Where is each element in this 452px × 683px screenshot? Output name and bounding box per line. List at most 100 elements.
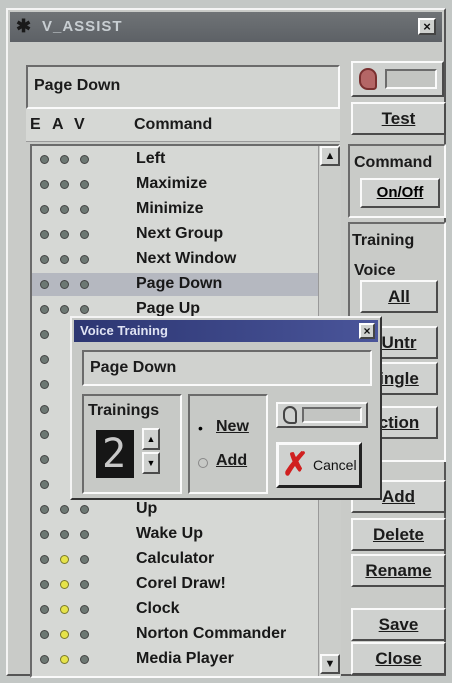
enabled-status-icon: [40, 255, 49, 264]
list-item[interactable]: Media Player: [32, 648, 318, 671]
mic-level-meter: [351, 61, 444, 97]
voice-group-label: Voice: [354, 262, 396, 279]
voice-status-icon: [80, 555, 89, 564]
enabled-status-icon: [40, 280, 49, 289]
add-radio[interactable]: [198, 458, 208, 468]
list-item[interactable]: Calculator: [32, 548, 318, 571]
list-item[interactable]: Norton Commander: [32, 623, 318, 646]
enabled-status-icon: [40, 305, 49, 314]
command-name: Clock: [136, 600, 180, 617]
cancel-label: Cancel: [313, 457, 357, 473]
app-icon: ✱: [16, 16, 32, 36]
selected-command-panel: Page Down: [26, 65, 340, 109]
list-item[interactable]: Left: [32, 148, 318, 171]
command-group: Command On/Off: [348, 144, 446, 218]
active-status-icon: [60, 530, 69, 539]
v-assist-window: ✱ V_ASSIST × Page Down E A V Command Tes…: [6, 8, 446, 678]
cancel-x-icon: ✗: [282, 446, 309, 482]
enabled-status-icon: [40, 605, 49, 614]
window-title: V_ASSIST: [42, 18, 123, 35]
enabled-status-icon: [40, 530, 49, 539]
dialog-title: Voice Training: [80, 323, 168, 338]
dialog-command-label: Page Down: [90, 359, 177, 376]
enabled-status-icon: [40, 505, 49, 514]
new-radio[interactable]: •: [198, 420, 203, 436]
command-name: Page Down: [136, 275, 223, 292]
scroll-up-icon[interactable]: ▲: [320, 146, 340, 166]
delete-button[interactable]: Delete: [351, 518, 446, 551]
list-header: E A V Command: [26, 109, 340, 142]
list-item[interactable]: Next Group: [32, 223, 318, 246]
command-name: Left: [136, 150, 166, 167]
header-v: V: [74, 116, 85, 133]
voice-status-icon: [80, 505, 89, 514]
voice-status-icon: [80, 255, 89, 264]
trainings-label: Trainings: [88, 402, 160, 419]
list-item[interactable]: Up: [32, 498, 318, 521]
training-count: 2: [102, 431, 127, 477]
all-button[interactable]: All: [360, 280, 438, 313]
enabled-status-icon: [40, 380, 49, 389]
active-status-icon: [60, 580, 69, 589]
voice-status-icon: [80, 580, 89, 589]
dialog-title-bar[interactable]: Voice Training ×: [74, 320, 378, 342]
list-item[interactable]: Page Down: [32, 273, 318, 296]
title-bar[interactable]: ✱ V_ASSIST ×: [10, 12, 442, 42]
voice-status-icon: [80, 230, 89, 239]
header-e: E: [30, 116, 41, 133]
count-up-icon[interactable]: ▲: [142, 428, 160, 450]
active-status-icon: [60, 505, 69, 514]
training-group-label: Training: [352, 232, 415, 249]
list-item[interactable]: Next Window: [32, 248, 318, 271]
command-name: Corel Draw!: [136, 575, 226, 592]
cancel-button[interactable]: ✗ Cancel: [276, 442, 362, 488]
enabled-status-icon: [40, 230, 49, 239]
enabled-status-icon: [40, 555, 49, 564]
dialog-command-panel: Page Down: [82, 350, 372, 386]
test-button[interactable]: Test: [351, 102, 446, 135]
rename-button[interactable]: Rename: [351, 554, 446, 587]
active-status-icon: [60, 655, 69, 664]
dialog-close-icon[interactable]: ×: [359, 323, 375, 339]
active-status-icon: [60, 630, 69, 639]
new-label[interactable]: New: [216, 418, 249, 436]
voice-status-icon: [80, 180, 89, 189]
voice-status-icon: [80, 305, 89, 314]
enabled-status-icon: [40, 330, 49, 339]
voice-training-dialog: Voice Training × Page Down Trainings 2 ▲…: [70, 316, 382, 500]
voice-status-icon: [80, 605, 89, 614]
list-item[interactable]: Clock: [32, 598, 318, 621]
voice-status-icon: [80, 630, 89, 639]
on-off-button[interactable]: On/Off: [360, 178, 440, 208]
level-bar: [385, 69, 437, 89]
close-button[interactable]: Close: [351, 642, 446, 675]
list-item[interactable]: Maximize: [32, 173, 318, 196]
count-down-icon[interactable]: ▼: [142, 452, 160, 474]
header-command: Command: [134, 116, 213, 133]
selected-command-label: Page Down: [34, 77, 121, 94]
save-button[interactable]: Save: [351, 608, 446, 641]
active-status-icon: [60, 280, 69, 289]
active-status-icon: [60, 255, 69, 264]
command-name: Wake Up: [136, 525, 203, 542]
command-group-label: Command: [354, 154, 433, 171]
voice-status-icon: [80, 155, 89, 164]
enabled-status-icon: [40, 430, 49, 439]
enabled-status-icon: [40, 655, 49, 664]
active-status-icon: [60, 180, 69, 189]
voice-status-icon: [80, 655, 89, 664]
scroll-down-icon[interactable]: ▼: [320, 654, 340, 674]
enabled-status-icon: [40, 155, 49, 164]
command-name: Next Group: [136, 225, 224, 242]
list-item[interactable]: Minimize: [32, 198, 318, 221]
close-icon[interactable]: ×: [418, 18, 436, 35]
enabled-status-icon: [40, 355, 49, 364]
trainings-panel: Trainings 2 ▲ ▼: [82, 394, 182, 494]
list-item[interactable]: Wake Up: [32, 523, 318, 546]
dialog-ear-icon: [283, 406, 297, 424]
add-label[interactable]: Add: [216, 452, 247, 470]
mode-group: • New Add: [188, 394, 268, 494]
list-item[interactable]: Corel Draw!: [32, 573, 318, 596]
command-name: Media Player: [136, 650, 234, 667]
command-name: Minimize: [136, 200, 204, 217]
